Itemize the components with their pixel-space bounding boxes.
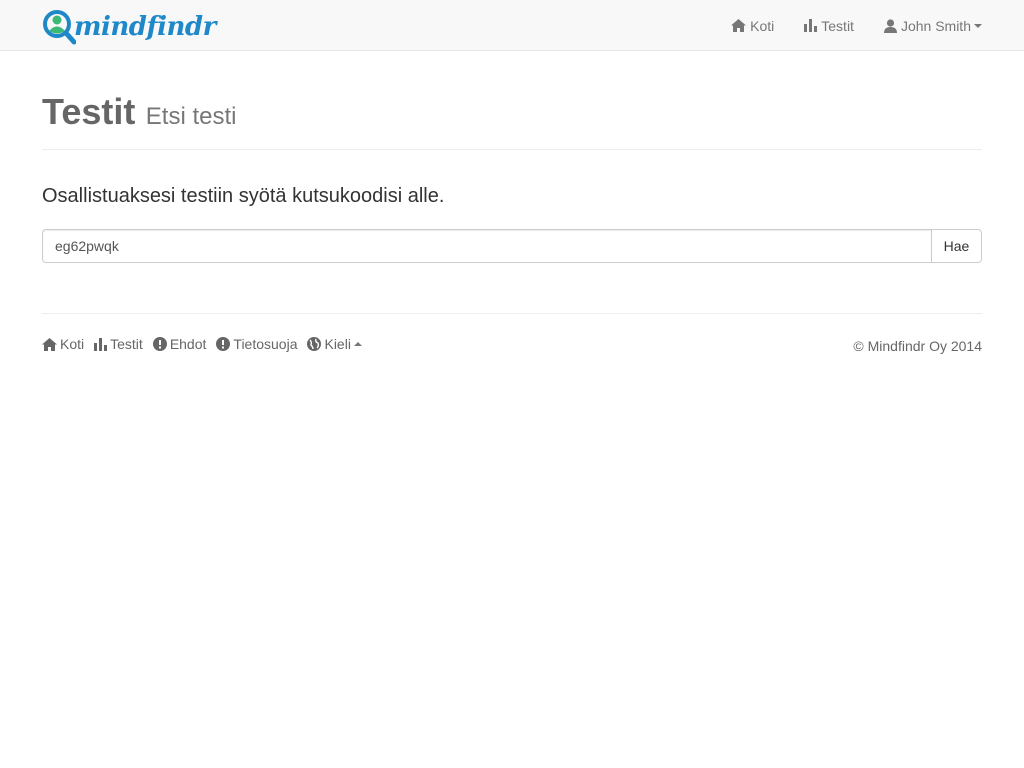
nav-item-koti[interactable]: Koti <box>731 18 774 34</box>
footer-link-label: Testit <box>110 336 143 352</box>
page-title: Testit <box>42 91 136 132</box>
copyright-text: © Mindfindr Oy 2014 <box>853 338 982 354</box>
globe-icon <box>307 337 322 351</box>
home-icon <box>731 19 747 32</box>
footer-link-testit[interactable]: Testit <box>94 336 143 352</box>
nav-item-testit[interactable]: Testit <box>804 18 854 34</box>
language-dropdown[interactable]: Kieli <box>307 336 362 352</box>
magnifier-person-icon <box>42 9 77 45</box>
bar-chart-icon <box>94 337 108 351</box>
page-header: Testit Etsi testi <box>42 92 982 150</box>
instructions-text: Osallistuaksesi testiin syötä kutsukoodi… <box>42 185 445 207</box>
search-button[interactable]: Hae <box>931 229 982 263</box>
footer-link-label: Koti <box>60 336 85 352</box>
footer-link-label: Kieli <box>324 336 351 352</box>
caret-up-icon <box>353 342 362 346</box>
exclamation-icon <box>152 337 167 351</box>
user-icon <box>883 18 897 33</box>
user-menu-dropdown[interactable]: John Smith <box>883 17 982 34</box>
navbar: mindfindr Koti Testit John Smith <box>0 0 1024 51</box>
nav-item-label: Testit <box>821 17 854 34</box>
brand-name: mindfindr <box>74 12 216 42</box>
nav-menu: Koti Testit John Smith <box>701 0 982 51</box>
footer-link-ehdot[interactable]: Ehdot <box>152 336 207 352</box>
exclamation-icon <box>216 337 231 351</box>
bar-chart-icon <box>804 19 818 32</box>
caret-down-icon <box>974 23 982 28</box>
footer-link-koti[interactable]: Koti <box>42 336 84 352</box>
footer-links: Koti Testit Ehdot Tietosuoja Kieli <box>42 336 372 352</box>
invite-code-form: Hae <box>42 229 982 263</box>
user-name: John Smith <box>900 17 971 34</box>
page-subtitle: Etsi testi <box>145 103 237 130</box>
footer-link-tietosuoja[interactable]: Tietosuoja <box>216 336 297 352</box>
nav-item-label: Koti <box>750 17 775 34</box>
invite-code-input[interactable] <box>42 229 931 263</box>
footer-link-label: Tietosuoja <box>233 336 298 352</box>
brand-logo[interactable]: mindfindr <box>42 9 216 45</box>
footer: Koti Testit Ehdot Tietosuoja Kieli © Min… <box>42 313 982 373</box>
home-icon <box>42 337 57 351</box>
footer-link-label: Ehdot <box>169 336 207 352</box>
